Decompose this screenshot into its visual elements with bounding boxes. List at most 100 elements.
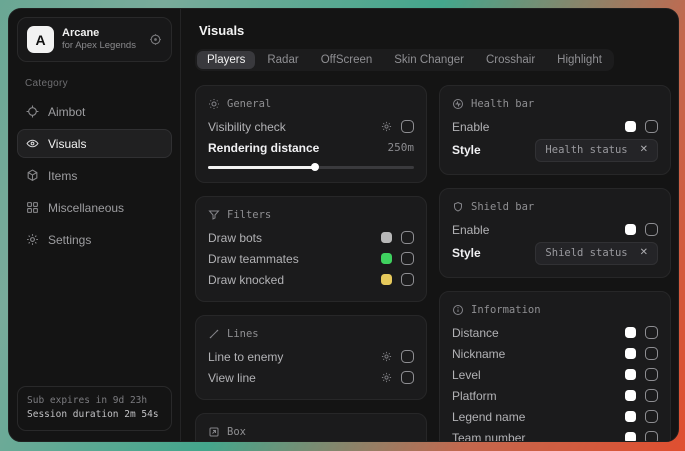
health-icon: [452, 98, 464, 110]
session-duration-text: Session duration 2m 54s: [27, 408, 162, 423]
setting-label: Legend name: [452, 410, 525, 424]
sun-icon: [208, 98, 220, 110]
panel-filters: Filters Draw bots Draw teammates: [195, 196, 427, 302]
rendering-distance-slider[interactable]: [208, 163, 414, 171]
eye-icon: [26, 137, 39, 150]
setting-row-nickname: Nickname: [452, 343, 658, 364]
sidebar-item-visuals[interactable]: Visuals: [17, 129, 172, 158]
color-swatch[interactable]: [625, 121, 636, 132]
health-enable-checkbox[interactable]: [645, 120, 658, 133]
tab-radar[interactable]: Radar: [257, 51, 308, 69]
sidebar: A Arcane for Apex Legends Category Aimbo…: [9, 9, 181, 441]
options-gear-icon[interactable]: [381, 121, 392, 132]
setting-label: Distance: [452, 326, 499, 340]
setting-row-health-style: Style Health status: [452, 137, 658, 163]
color-swatch[interactable]: [625, 224, 636, 235]
nickname-checkbox[interactable]: [645, 347, 658, 360]
setting-row-shield-style: Style Shield status: [452, 240, 658, 266]
panel-information: Information Distance Nickname Level: [439, 291, 671, 441]
setting-row-visibility-check: Visibility check: [208, 116, 414, 137]
tab-bar: Players Radar OffScreen Skin Changer Cro…: [195, 49, 614, 71]
options-gear-icon[interactable]: [381, 372, 392, 383]
tab-offscreen[interactable]: OffScreen: [311, 51, 383, 69]
sub-expires-text: Sub expires in 9d 23h: [27, 394, 162, 409]
setting-row-draw-knocked: Draw knocked: [208, 269, 414, 290]
color-swatch[interactable]: [625, 327, 636, 338]
color-swatch[interactable]: [381, 274, 392, 285]
setting-row-platform: Platform: [452, 385, 658, 406]
level-checkbox[interactable]: [645, 368, 658, 381]
clear-icon[interactable]: [640, 248, 648, 258]
draw-teammates-checkbox[interactable]: [401, 252, 414, 265]
category-label: Category: [25, 78, 172, 89]
panel-title: Filters: [227, 209, 271, 221]
color-swatch[interactable]: [625, 369, 636, 380]
brand-card: A Arcane for Apex Legends: [17, 17, 172, 62]
legend-name-checkbox[interactable]: [645, 410, 658, 423]
setting-label: Nickname: [452, 347, 505, 361]
shield-enable-checkbox[interactable]: [645, 223, 658, 236]
panel-title: Box: [227, 426, 246, 438]
tab-players[interactable]: Players: [197, 51, 255, 69]
tab-crosshair[interactable]: Crosshair: [476, 51, 545, 69]
setting-label: Draw knocked: [208, 273, 284, 287]
setting-label: Visibility check: [208, 120, 286, 134]
info-icon: [452, 304, 464, 316]
color-swatch[interactable]: [381, 253, 392, 264]
health-style-select[interactable]: Health status: [535, 139, 658, 162]
color-swatch[interactable]: [625, 411, 636, 422]
page-title: Visuals: [199, 23, 666, 38]
tab-highlight[interactable]: Highlight: [547, 51, 612, 69]
sidebar-item-aimbot[interactable]: Aimbot: [17, 97, 172, 126]
panel-shield-bar: Shield bar Enable Style Shield status: [439, 188, 671, 278]
setting-row-health-enable: Enable: [452, 116, 658, 137]
select-value: Health status: [545, 144, 627, 156]
setting-label: Style: [452, 143, 481, 157]
brand-name: Arcane: [62, 27, 141, 41]
emblem-icon[interactable]: [149, 33, 162, 46]
sidebar-item-items[interactable]: Items: [17, 161, 172, 190]
setting-row-team-number: Team number: [452, 427, 658, 441]
color-swatch[interactable]: [625, 432, 636, 441]
sidebar-nav: Aimbot Visuals Items Miscellaneous Setti…: [17, 97, 172, 254]
setting-label: Team number: [452, 431, 525, 442]
setting-label: Enable: [452, 223, 489, 237]
gear-icon: [26, 233, 39, 246]
sidebar-item-settings[interactable]: Settings: [17, 225, 172, 254]
color-swatch[interactable]: [625, 390, 636, 401]
setting-row-legend-name: Legend name: [452, 406, 658, 427]
setting-label: Platform: [452, 389, 497, 403]
tab-skin-changer[interactable]: Skin Changer: [384, 51, 474, 69]
setting-row-line-to-enemy: Line to enemy: [208, 346, 414, 367]
line-to-enemy-checkbox[interactable]: [401, 350, 414, 363]
select-value: Shield status: [545, 247, 627, 259]
draw-bots-checkbox[interactable]: [401, 231, 414, 244]
panel-lines: Lines Line to enemy View line: [195, 315, 427, 400]
right-column: Health bar Enable Style Health status: [439, 85, 671, 441]
platform-checkbox[interactable]: [645, 389, 658, 402]
panel-title: Lines: [227, 328, 259, 340]
view-line-checkbox[interactable]: [401, 371, 414, 384]
color-swatch[interactable]: [625, 348, 636, 359]
clear-icon[interactable]: [640, 145, 648, 155]
sidebar-item-label: Miscellaneous: [48, 201, 124, 215]
panel-title: General: [227, 98, 271, 110]
panel-box: Box Enable Enable background: [195, 413, 427, 441]
cube-icon: [26, 169, 39, 182]
draw-knocked-checkbox[interactable]: [401, 273, 414, 286]
shield-icon: [452, 201, 464, 213]
visibility-check-checkbox[interactable]: [401, 120, 414, 133]
setting-label: Enable: [452, 120, 489, 134]
setting-row-rendering-distance: Rendering distance 250m: [208, 137, 414, 158]
subscription-info: Sub expires in 9d 23h Session duration 2…: [17, 386, 172, 431]
distance-checkbox[interactable]: [645, 326, 658, 339]
sidebar-item-miscellaneous[interactable]: Miscellaneous: [17, 193, 172, 222]
sidebar-item-label: Settings: [48, 233, 91, 247]
diagonal-line-icon: [208, 328, 220, 340]
slider-thumb[interactable]: [311, 163, 319, 171]
color-swatch[interactable]: [381, 232, 392, 243]
crosshair-icon: [26, 105, 39, 118]
shield-style-select[interactable]: Shield status: [535, 242, 658, 265]
team-number-checkbox[interactable]: [645, 431, 658, 441]
options-gear-icon[interactable]: [381, 351, 392, 362]
